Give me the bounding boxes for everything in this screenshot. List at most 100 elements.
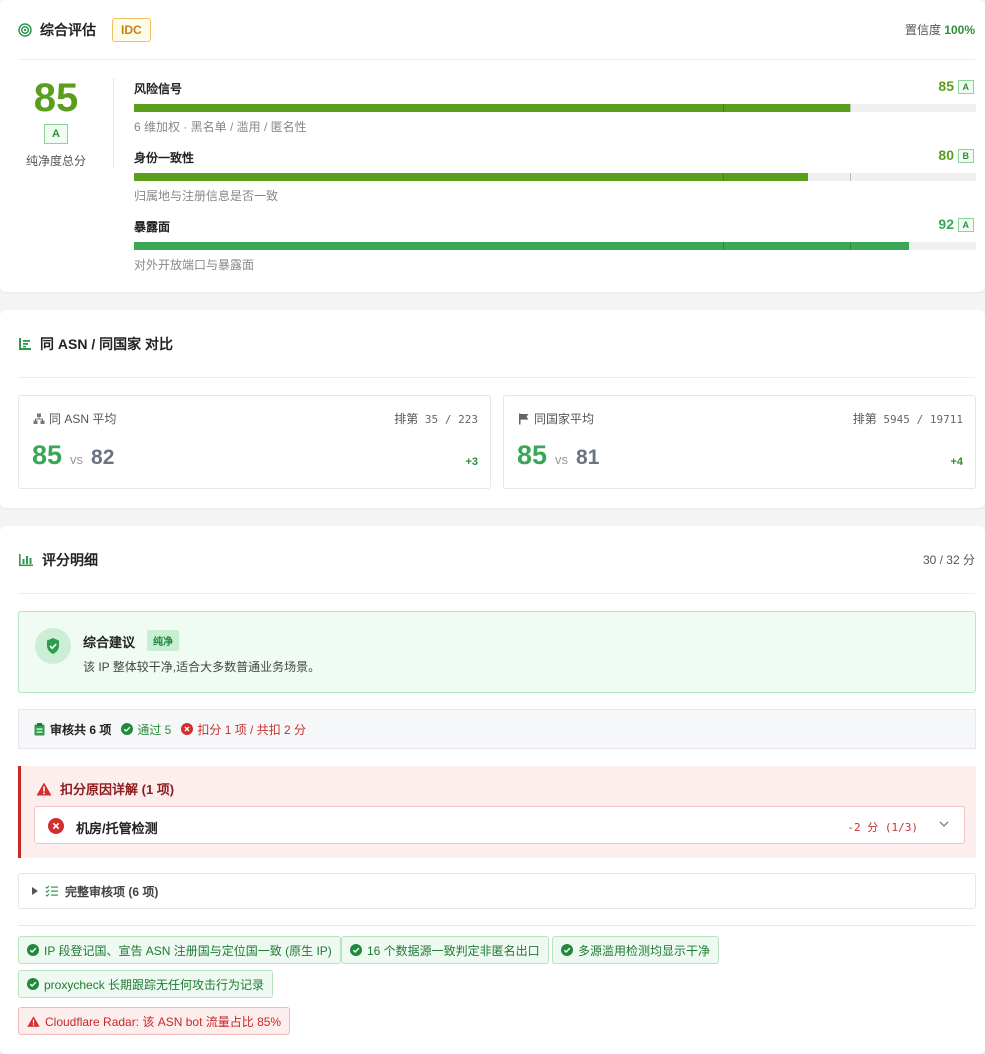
total-score-value: 85 <box>33 76 79 120</box>
metric-risk: 风险信号 85 A 6 维加权 · 黑名单 / 滥用 / 匿名性 <box>134 76 976 142</box>
warning-icon <box>27 1015 40 1027</box>
country-rank: 排第 5945 / 19711 <box>853 410 963 427</box>
metric-name: 暴露面 <box>134 220 171 234</box>
bar-chart-icon <box>18 553 34 567</box>
rank-value: 5945 <box>883 413 910 426</box>
asn-values: 85 vs 82 <box>32 440 114 471</box>
check-tag: IP 段登记国、宣告 ASN 注册国与定位国一致 (原生 IP) <box>18 936 341 964</box>
clipboard-icon <box>34 722 45 736</box>
overall-title: 综合评估 <box>40 21 96 38</box>
asn-rank: 排第 35 / 223 <box>394 410 478 427</box>
reason-title: 扣分原因详解 (1 项) <box>36 779 174 798</box>
metric-name: 风险信号 <box>134 82 183 96</box>
country-values: 85 vs 81 <box>517 440 599 471</box>
detail-header: 评分明细 30 / 32 分 <box>18 526 975 594</box>
metric-bar <box>134 104 976 112</box>
check-circle-icon <box>561 944 573 956</box>
deduction-reasons: 扣分原因详解 (1 项) 机房/托管检测 -2 分 (1/3) <box>18 766 976 858</box>
audit-total-text: 审核共 6 项 <box>50 722 112 737</box>
metric-exposure: 暴露面 92 A 对外开放端口与暴露面 <box>134 214 976 280</box>
asn-avg-score: 82 <box>91 446 115 469</box>
total-score: 85 A 纯净度总分 <box>18 76 94 169</box>
total-grade-badge: A <box>44 124 68 144</box>
advice-box: 综合建议 纯净 该 IP 整体较干净,适合大多数普通业务场景。 <box>18 611 976 693</box>
vs-label: vs <box>70 452 84 467</box>
full-audit-label: 完整审核项 (6 项) <box>65 884 159 899</box>
country-own-score: 85 <box>517 440 548 470</box>
asn-compare-box: 同 ASN 平均 排第 35 / 223 85 vs 82 +3 <box>18 395 491 489</box>
rank-sep: / <box>444 413 452 426</box>
flag-icon <box>518 413 530 425</box>
x-circle-icon <box>48 818 64 834</box>
asn-compare-label: 同 ASN 平均 <box>33 410 116 427</box>
warning-icon <box>36 782 52 796</box>
type-badge: IDC <box>112 17 151 42</box>
metric-grade: A <box>957 80 974 94</box>
country-compare-label: 同国家平均 <box>518 410 594 427</box>
asn-own-score: 85 <box>32 440 63 470</box>
total-score-label: 纯净度总分 <box>25 154 86 168</box>
audit-deduct: 扣分 1 项 / 共扣 2 分 <box>181 721 306 738</box>
bar-tick <box>723 173 725 181</box>
caret-right-icon <box>31 886 39 896</box>
reason-item[interactable]: 机房/托管检测 -2 分 (1/3) <box>34 806 965 844</box>
country-compare-box: 同国家平均 排第 5945 / 19711 85 vs 81 +4 <box>503 395 976 489</box>
reason-title-text: 扣分原因详解 (1 项) <box>60 782 175 797</box>
audit-pass: 通过 5 <box>121 721 171 738</box>
metric-value: 92 <box>938 216 954 232</box>
advice-title: 综合建议 <box>83 635 136 650</box>
tag-text: IP 段登记国、宣告 ASN 注册国与定位国一致 (原生 IP) <box>44 943 332 958</box>
metric-bar-fill <box>134 242 909 250</box>
country-compare-title: 同国家平均 <box>534 412 595 426</box>
country-diff: +4 <box>950 456 963 468</box>
chevron-down-icon[interactable] <box>938 818 950 833</box>
metric-name: 身份一致性 <box>134 151 195 165</box>
compare-title: 同 ASN / 同国家 对比 <box>40 335 174 352</box>
rank-total: 19711 <box>929 413 963 426</box>
bar-tick <box>723 104 725 112</box>
tag-text: Cloudflare Radar: 该 ASN bot 流量占比 85% <box>45 1014 282 1029</box>
check-circle-icon <box>27 978 39 990</box>
overall-card: 综合评估 IDC 置信度 100% 85 A 纯净度总分 风险信号 85 A 6… <box>0 0 985 292</box>
metric-value: 80 <box>938 147 954 163</box>
audit-summary: 审核共 6 项 通过 5 扣分 1 项 / 共扣 2 分 <box>18 709 976 749</box>
detail-score-summary: 30 / 32 分 <box>922 553 975 567</box>
check-tag: 16 个数据源一致判定非匿名出口 <box>341 936 549 964</box>
confidence-label: 置信度 <box>904 23 941 37</box>
shield-check-icon <box>35 628 71 664</box>
metric-bar <box>134 173 976 181</box>
metric-bar-fill <box>134 173 808 181</box>
confidence-value: 100% <box>944 23 975 37</box>
metric-desc: 归属地与注册信息是否一致 <box>134 189 279 203</box>
metric-bar-fill <box>134 104 850 112</box>
rank-label: 排第 <box>394 412 419 426</box>
asn-diff: +3 <box>465 456 478 468</box>
advice-text: 该 IP 整体较干净,适合大多数普通业务场景。 <box>83 660 321 674</box>
target-icon <box>18 22 32 37</box>
checklist-icon <box>45 885 59 897</box>
check-circle-icon <box>350 944 362 956</box>
vs-label: vs <box>555 452 569 467</box>
confidence: 置信度 100% <box>905 21 975 38</box>
compare-card: 同 ASN / 同国家 对比 同 ASN 平均 排第 35 / 223 85 v… <box>0 310 985 508</box>
metric-identity: 身份一致性 80 B 归属地与注册信息是否一致 <box>134 145 976 211</box>
x-circle-icon <box>181 723 194 735</box>
bar-tick <box>849 104 851 112</box>
metric-bar <box>134 242 976 250</box>
metric-grade: A <box>957 218 974 232</box>
full-audit-toggle[interactable]: 完整审核项 (6 项) <box>18 873 976 909</box>
check-tag: proxycheck 长期跟踪无任何攻击行为记录 <box>18 970 274 998</box>
check-tag: 多源滥用检测均显示干净 <box>552 936 720 964</box>
detail-title: 评分明细 <box>42 551 98 568</box>
tag-text: 多源滥用检测均显示干净 <box>578 943 711 958</box>
audit-total: 审核共 6 项 <box>34 721 111 738</box>
metric-grade: B <box>957 149 974 163</box>
check-circle-icon <box>27 944 39 956</box>
tag-text: 16 个数据源一致判定非匿名出口 <box>367 943 540 958</box>
warning-tag: Cloudflare Radar: 该 ASN bot 流量占比 85% <box>18 1007 291 1035</box>
rank-total: 223 <box>458 413 478 426</box>
audit-pass-text: 通过 5 <box>137 722 172 737</box>
bar-tick <box>723 242 725 250</box>
country-avg-score: 81 <box>576 446 600 469</box>
network-icon <box>33 413 45 425</box>
